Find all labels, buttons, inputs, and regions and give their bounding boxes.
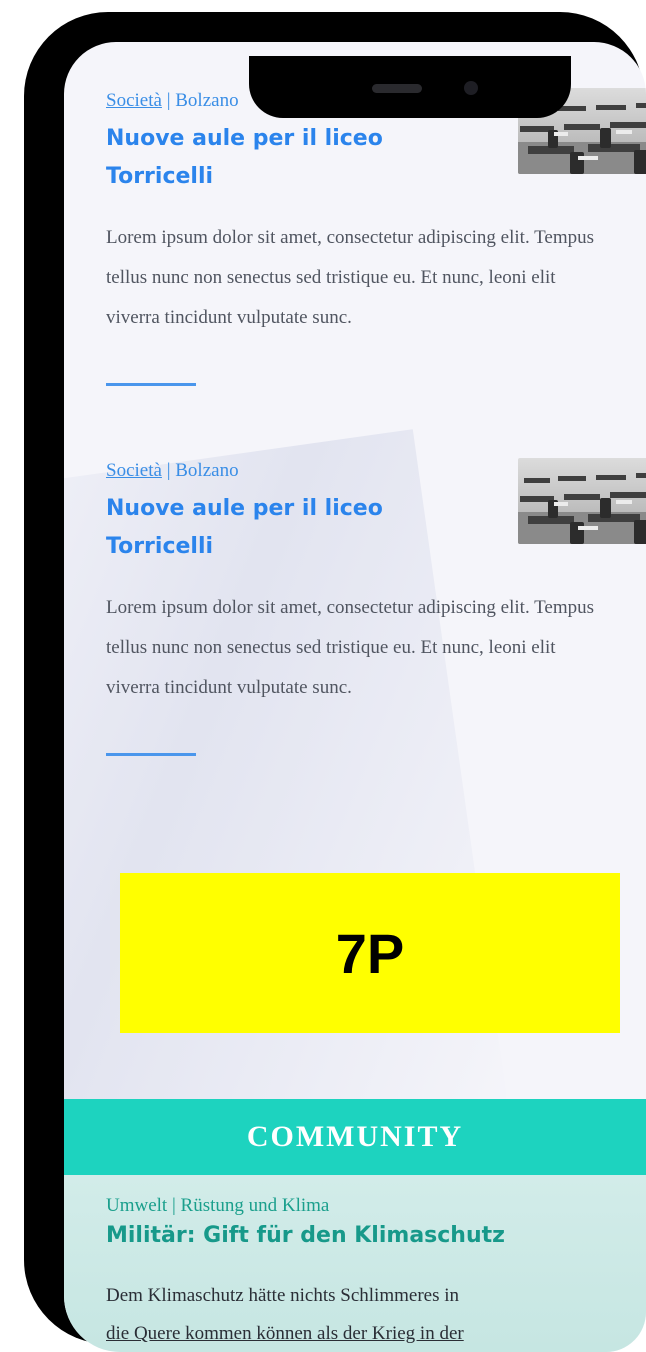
article-excerpt: Lorem ipsum dolor sit amet, consectetur …: [106, 227, 594, 328]
phone-frame: Società | Bolzano Nuove aule per il lice…: [24, 12, 646, 1352]
article-title[interactable]: Nuove aule per il liceo Torricelli: [106, 490, 436, 566]
community-excerpt: Dem Klimaschutz hätte nichts Schlimmeres…: [106, 1277, 626, 1352]
community-article[interactable]: Umwelt | Rüstung und Klima Militär: Gift…: [64, 1175, 646, 1352]
kicker-separator: |: [161, 90, 176, 111]
article-kicker[interactable]: Società | Bolzano: [106, 90, 239, 112]
community-kicker[interactable]: Umwelt | Rüstung und Klima: [106, 1195, 329, 1217]
article-divider: [106, 753, 196, 756]
article-excerpt: Lorem ipsum dolor sit amet, consectetur …: [106, 597, 594, 698]
community-excerpt-line: die Quere kommen können als der Krieg in…: [106, 1323, 464, 1344]
article-thumbnail[interactable]: [518, 458, 646, 544]
article-category[interactable]: Società: [106, 460, 162, 481]
article-title[interactable]: Nuove aule per il liceo Torricelli: [106, 120, 436, 196]
phone-screen: Società | Bolzano Nuove aule per il lice…: [64, 42, 646, 1352]
notch: [249, 56, 571, 118]
article-category[interactable]: Società: [106, 90, 162, 111]
ad-banner[interactable]: 7P: [120, 873, 620, 1033]
kicker-separator: |: [161, 460, 176, 481]
front-camera: [464, 81, 478, 95]
community-title[interactable]: Militär: Gift für den Klimaschutz: [106, 1223, 505, 1248]
article-kicker[interactable]: Società | Bolzano: [106, 460, 239, 482]
community-excerpt-line: Dem Klimaschutz hätte nichts Schlimmeres…: [106, 1285, 460, 1306]
community-heading: COMMUNITY: [246, 1120, 464, 1153]
article-location[interactable]: Bolzano: [175, 90, 238, 111]
community-section-header: COMMUNITY: [64, 1099, 646, 1175]
article-location[interactable]: Bolzano: [175, 460, 238, 481]
ad-label: 7P: [335, 921, 405, 985]
article-divider: [106, 383, 196, 386]
speaker-grille: [372, 84, 422, 93]
